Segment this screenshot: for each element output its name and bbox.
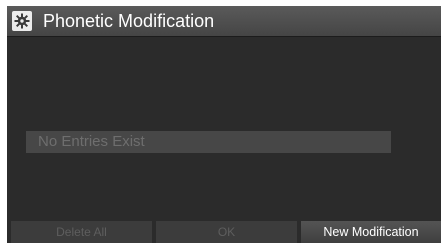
settings-gear-icon [12, 11, 32, 31]
delete-all-button[interactable]: Delete All [11, 221, 152, 243]
empty-list-row: No Entries Exist [26, 131, 391, 153]
frame: Phonetic Modification No Entries Exist D… [0, 0, 441, 245]
page-title: Phonetic Modification [43, 11, 215, 31]
empty-message: No Entries Exist [38, 133, 145, 150]
new-modification-button[interactable]: New Modification [301, 221, 441, 243]
title-bar: Phonetic Modification [7, 6, 441, 37]
phonetic-modification-screen: Phonetic Modification No Entries Exist D… [7, 6, 441, 243]
ok-button[interactable]: OK [156, 221, 297, 243]
